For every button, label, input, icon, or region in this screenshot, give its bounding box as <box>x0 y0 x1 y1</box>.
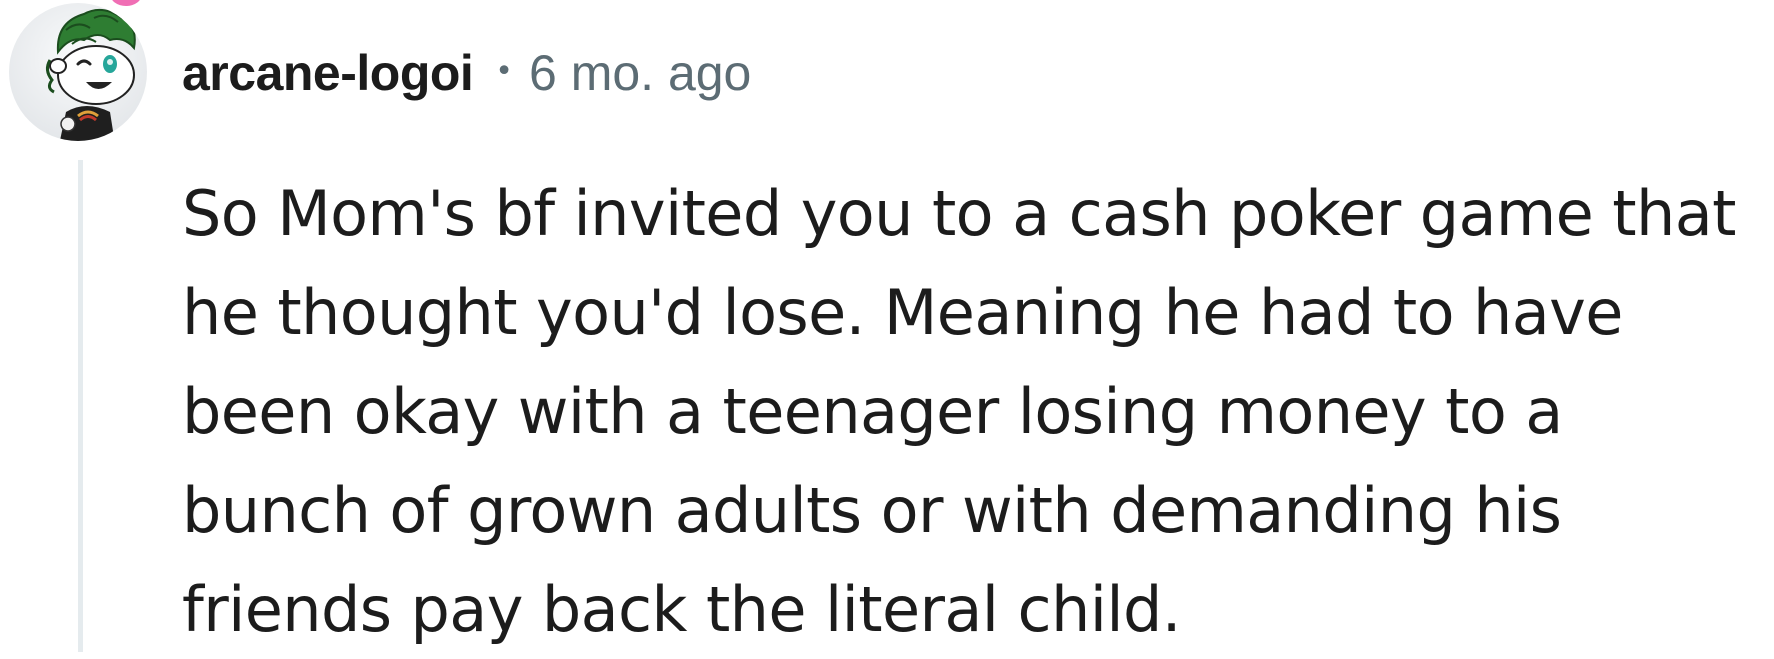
comment-header: arcane-logoi • 6 mo. ago <box>182 36 751 110</box>
snoo-avatar-icon <box>9 0 147 141</box>
comment: arcane-logoi • 6 mo. ago So Mom's bf inv… <box>0 0 1774 652</box>
user-avatar[interactable] <box>6 0 156 142</box>
comment-author[interactable]: arcane-logoi <box>182 44 474 102</box>
thread-collapse-line[interactable] <box>78 160 83 652</box>
meta-separator: • <box>495 53 513 89</box>
comment-timestamp[interactable]: 6 mo. ago <box>529 44 751 102</box>
comment-body: So Mom's bf invited you to a cash poker … <box>182 177 1736 646</box>
